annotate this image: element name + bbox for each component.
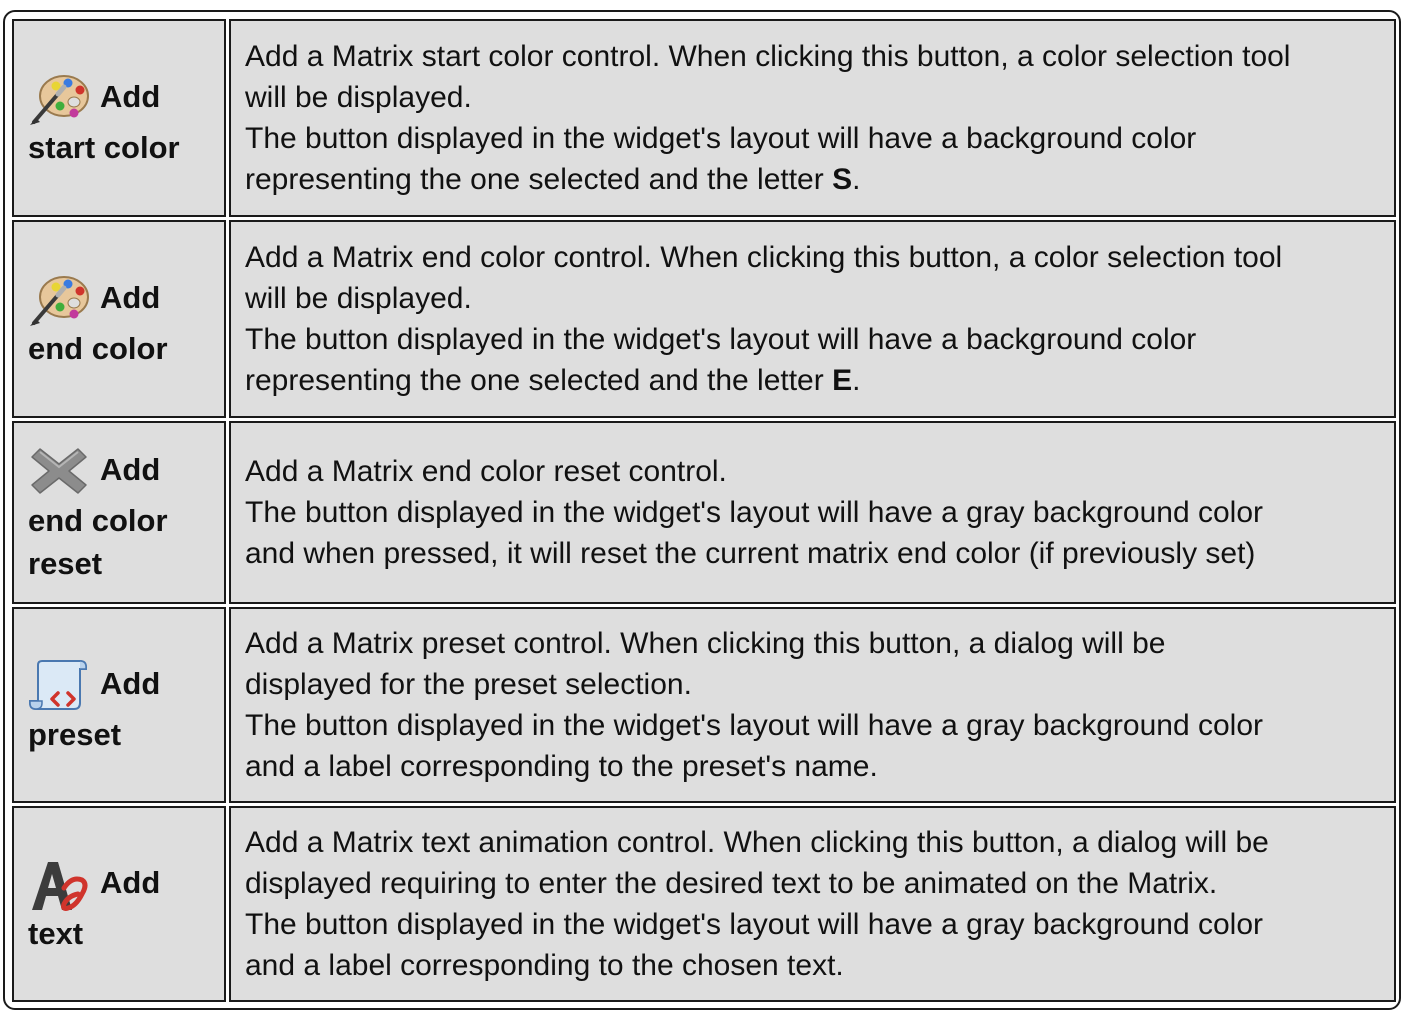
description-line: Add a Matrix end color reset control. — [245, 455, 727, 488]
document-frame: Add start color Add a Matrix start color… — [3, 10, 1401, 1010]
description-line: and a label corresponding to the preset'… — [245, 750, 878, 783]
controls-table: Add start color Add a Matrix start color… — [9, 16, 1399, 1005]
control-name-cell: Add end color — [12, 220, 226, 418]
control-name-cell: Add text — [12, 806, 226, 1002]
table-row: Add preset Add a Matrix preset control. … — [12, 607, 1396, 803]
control-description-cell: Add a Matrix end color reset control. Th… — [229, 421, 1396, 604]
description-line: representing the one selected and the le… — [245, 360, 1382, 401]
description-line: Add a Matrix start color control. When c… — [245, 40, 1291, 73]
description-line: Add a Matrix preset control. When clicki… — [245, 627, 1166, 660]
description-line: and a label corresponding to the chosen … — [245, 949, 844, 982]
description-line: The button displayed in the widget's lay… — [245, 709, 1263, 742]
table-row: Add text Add a Matrix text animation con… — [12, 806, 1396, 1002]
table-row: Add end color Add a Matrix end color con… — [12, 220, 1396, 418]
control-name-first: Add — [100, 79, 161, 114]
control-name-rest: preset — [28, 716, 122, 752]
description-line: The button displayed in the widget's lay… — [245, 908, 1263, 941]
description-line: The button displayed in the widget's lay… — [245, 496, 1263, 529]
control-name-rest: start color — [28, 129, 180, 165]
palette-icon — [28, 68, 90, 126]
close-x-icon — [28, 441, 90, 499]
description-line: Add a Matrix text animation control. Whe… — [245, 826, 1269, 859]
control-name-rest: text — [28, 915, 84, 951]
description-text: representing the one selected and the le… — [245, 364, 833, 397]
control-name-first: Add — [100, 280, 161, 315]
control-name-cell: Add start color — [12, 19, 226, 217]
control-name-first: Add — [100, 865, 161, 900]
control-name-first: Add — [100, 666, 161, 701]
description-line: The button displayed in the widget's lay… — [245, 323, 1197, 356]
control-name-first: Add — [100, 452, 161, 487]
control-name-rest: reset — [28, 545, 103, 581]
control-description-cell: Add a Matrix end color control. When cli… — [229, 220, 1396, 418]
control-description-cell: Add a Matrix preset control. When clicki… — [229, 607, 1396, 803]
description-line: and when pressed, it will reset the curr… — [245, 537, 1256, 570]
description-line: will be displayed. — [245, 81, 472, 114]
control-name-cell: Add end color reset — [12, 421, 226, 604]
description-text: representing the one selected and the le… — [245, 163, 833, 196]
table-row: Add start color Add a Matrix start color… — [12, 19, 1396, 217]
control-name-cell: Add preset — [12, 607, 226, 803]
table-row: Add end color reset Add a Matrix end col… — [12, 421, 1396, 604]
text-font-icon — [28, 854, 90, 912]
control-name-rest: end color — [28, 502, 168, 538]
description-line: representing the one selected and the le… — [245, 159, 1382, 200]
description-text: . — [852, 364, 861, 397]
description-line: will be displayed. — [245, 282, 472, 315]
control-description-cell: Add a Matrix text animation control. Whe… — [229, 806, 1396, 1002]
description-line: The button displayed in the widget's lay… — [245, 122, 1197, 155]
scroll-icon — [28, 655, 90, 713]
letter-label: S — [832, 163, 853, 196]
description-text: . — [852, 163, 861, 196]
control-name-rest: end color — [28, 330, 168, 366]
palette-icon — [28, 269, 90, 327]
letter-label: E — [832, 364, 853, 397]
description-line: displayed requiring to enter the desired… — [245, 867, 1218, 900]
description-line: Add a Matrix end color control. When cli… — [245, 241, 1283, 274]
control-description-cell: Add a Matrix start color control. When c… — [229, 19, 1396, 217]
description-line: displayed for the preset selection. — [245, 668, 692, 701]
